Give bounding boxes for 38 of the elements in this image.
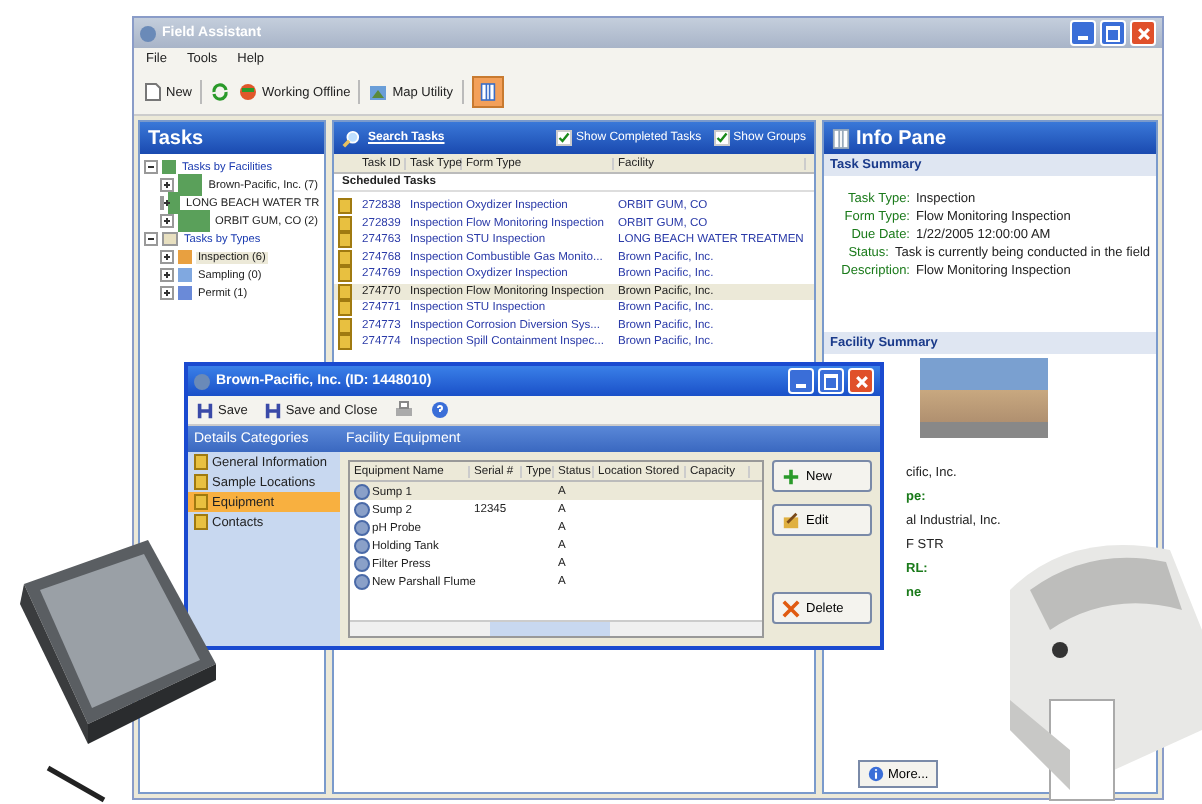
collapse-icon[interactable] [144,232,158,246]
minimize-button[interactable] [788,368,814,394]
info-icon [868,766,884,782]
folder-icon [162,160,176,174]
close-button[interactable] [1130,20,1156,46]
tasks-header: Tasks [140,122,324,154]
globe-icon [238,82,259,102]
help-icon [429,400,450,420]
minimize-button[interactable] [1070,20,1096,46]
building-photo-placeholder [920,358,1048,438]
save-icon [196,401,214,419]
plus-icon [782,467,800,485]
search-icon [342,129,360,147]
collapse-icon[interactable] [144,160,158,174]
scroll-bar[interactable] [350,620,762,636]
edit-icon [782,511,800,529]
refresh-icon [210,82,231,102]
pane-icon [832,127,850,149]
app-icon [140,25,156,41]
maximize-button[interactable] [1100,20,1126,46]
document-icon [142,82,162,102]
help-button[interactable] [429,400,450,420]
sync-button[interactable] [210,82,231,102]
pane-toggle-button[interactable] [471,76,504,108]
checkbox[interactable] [713,130,730,146]
delete-icon [782,599,800,617]
save-icon [263,401,282,419]
map-icon [368,82,389,102]
info-pane-title: Info Pane [856,127,947,149]
checkbox[interactable] [556,130,573,146]
close-button[interactable] [848,368,874,394]
printer-icon [393,400,414,420]
close-icon [1135,25,1151,41]
maximize-button[interactable] [818,368,844,394]
pane-icon [479,82,496,102]
close-icon [853,373,869,389]
folder-icon [162,232,178,246]
print-button[interactable] [393,400,414,420]
